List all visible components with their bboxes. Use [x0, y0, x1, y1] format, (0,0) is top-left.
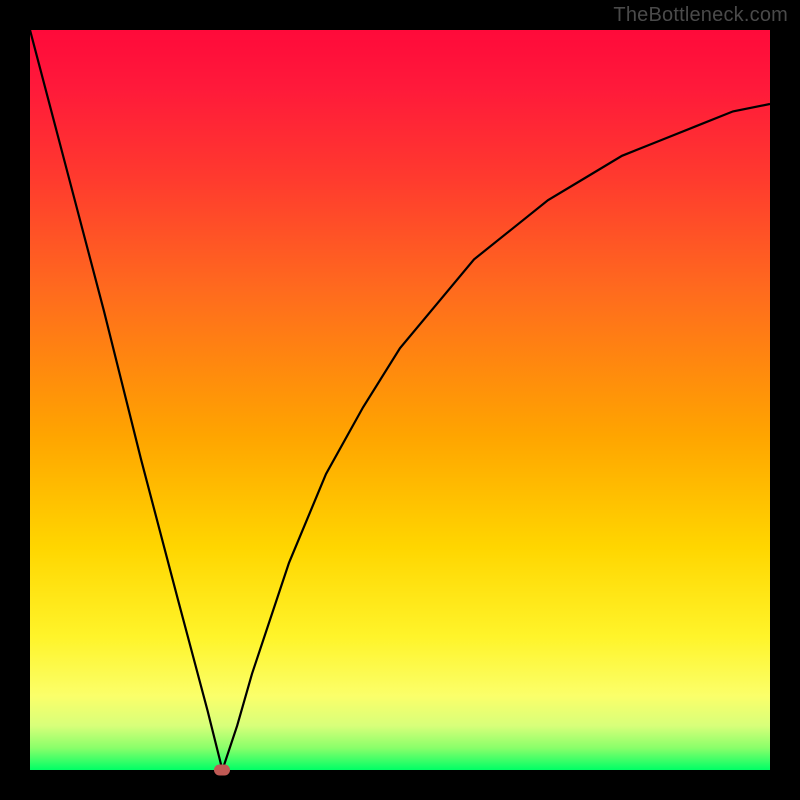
curve-svg [30, 30, 770, 770]
trough-marker [214, 765, 230, 776]
chart-frame: TheBottleneck.com [0, 0, 800, 800]
attribution-text: TheBottleneck.com [613, 4, 788, 27]
plot-area [30, 30, 770, 770]
bottleneck-curve [30, 30, 770, 770]
